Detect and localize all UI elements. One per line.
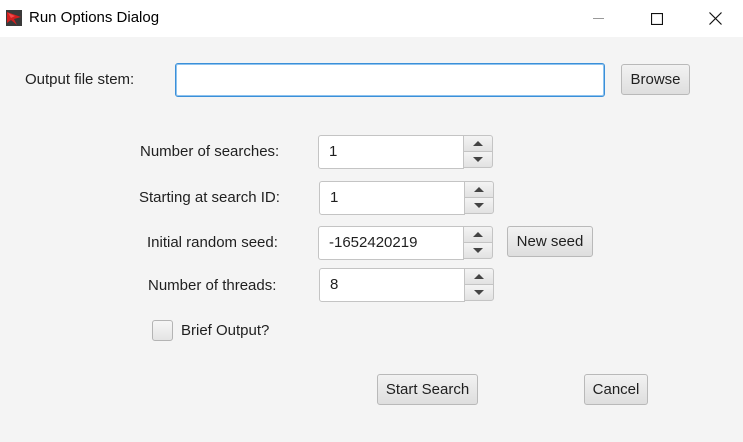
number-of-searches-label: Number of searches: bbox=[140, 143, 280, 160]
initial-random-seed-increment[interactable] bbox=[463, 226, 493, 243]
start-search-button[interactable]: Start Search bbox=[377, 374, 478, 405]
number-of-searches-increment[interactable] bbox=[463, 135, 493, 152]
minimize-icon bbox=[593, 17, 604, 19]
starting-search-id-input[interactable]: 1 bbox=[319, 181, 465, 215]
number-of-threads-input[interactable]: 8 bbox=[319, 268, 465, 302]
initial-random-seed-label: Initial random seed: bbox=[147, 234, 278, 251]
new-seed-button[interactable]: New seed bbox=[507, 226, 593, 257]
starting-search-id-decrement[interactable] bbox=[464, 197, 494, 214]
starting-search-id-label: Starting at search ID: bbox=[139, 189, 280, 206]
close-icon bbox=[708, 12, 722, 25]
arrow-up-icon bbox=[473, 141, 483, 146]
output-file-stem-label: Output file stem: bbox=[25, 71, 135, 88]
output-file-stem-input[interactable] bbox=[175, 63, 605, 97]
brief-output-checkbox[interactable] bbox=[152, 320, 173, 341]
window-title: Run Options Dialog bbox=[29, 9, 160, 26]
arrow-down-icon bbox=[474, 290, 484, 295]
maximize-button[interactable] bbox=[628, 0, 686, 37]
arrow-down-icon bbox=[473, 248, 483, 253]
initial-random-seed-input[interactable]: -1652420219 bbox=[318, 226, 464, 260]
number-of-threads-label: Number of threads: bbox=[148, 277, 277, 294]
number-of-searches-input[interactable]: 1 bbox=[318, 135, 464, 169]
arrow-up-icon bbox=[474, 187, 484, 192]
initial-random-seed-spinner: -1652420219 bbox=[318, 226, 494, 260]
close-button[interactable] bbox=[686, 0, 743, 37]
minimize-button[interactable] bbox=[570, 0, 628, 37]
arrow-down-icon bbox=[473, 157, 483, 162]
browse-button[interactable]: Browse bbox=[621, 64, 690, 95]
cancel-button[interactable]: Cancel bbox=[584, 374, 648, 405]
arrow-down-icon bbox=[474, 203, 484, 208]
arrow-up-icon bbox=[474, 274, 484, 279]
number-of-threads-decrement[interactable] bbox=[464, 284, 494, 301]
starting-search-id-spinner: 1 bbox=[319, 181, 495, 215]
maximize-icon bbox=[651, 12, 663, 25]
number-of-searches-spinner: 1 bbox=[318, 135, 494, 169]
app-icon bbox=[6, 10, 22, 26]
starting-search-id-increment[interactable] bbox=[464, 181, 494, 198]
brief-output-label: Brief Output? bbox=[181, 322, 270, 339]
initial-random-seed-decrement[interactable] bbox=[463, 242, 493, 259]
arrow-up-icon bbox=[473, 232, 483, 237]
number-of-threads-increment[interactable] bbox=[464, 268, 494, 285]
title-bar: Run Options Dialog bbox=[0, 0, 743, 37]
number-of-threads-spinner: 8 bbox=[319, 268, 495, 302]
number-of-searches-decrement[interactable] bbox=[463, 151, 493, 168]
